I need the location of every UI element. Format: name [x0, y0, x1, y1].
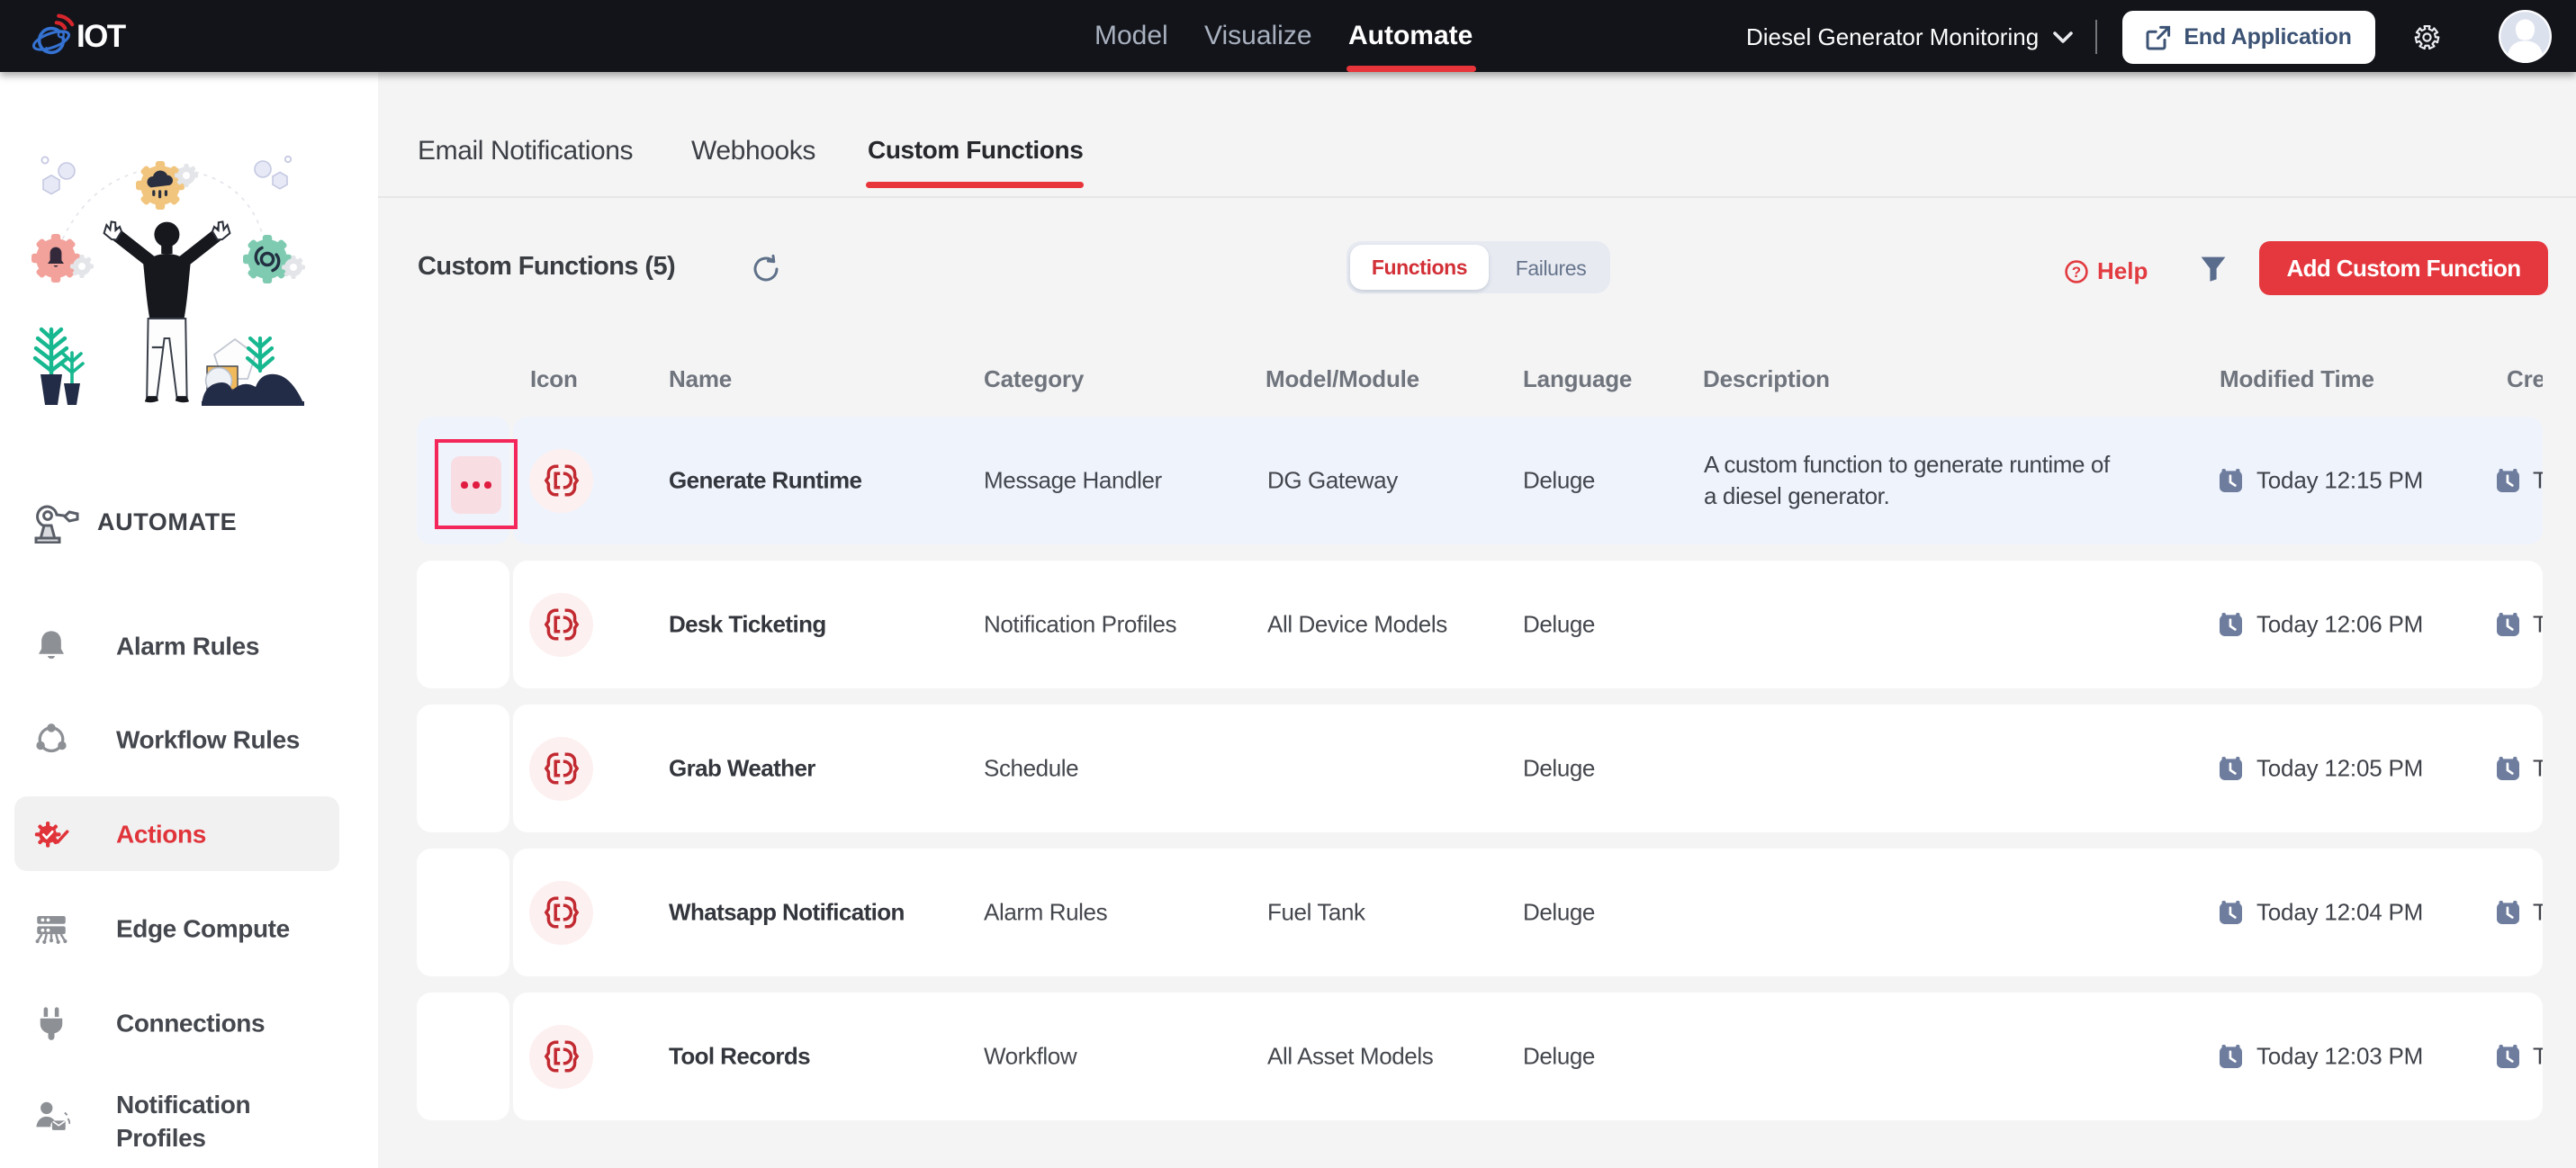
svg-text:?: ?	[2072, 263, 2081, 280]
